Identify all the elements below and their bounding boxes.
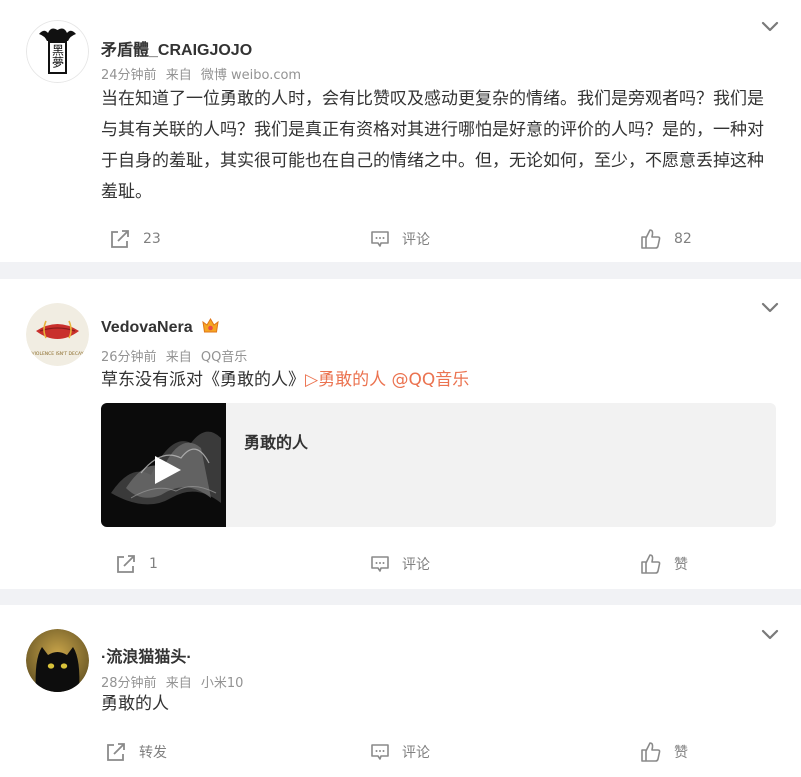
repost-button[interactable]: 23 [109,225,161,253]
source-prefix: 来自 [165,350,192,365]
thumbs-up-icon [641,742,661,762]
action-bar: 1 评论 赞 [0,550,801,578]
repost-button[interactable]: 1 [115,550,158,578]
repost-icon [107,743,125,761]
post-meta: 24分钟前 来自 微博 weibo.com [101,64,301,83]
comment-button[interactable]: 评论 [370,738,430,766]
action-bar: 转发 评论 赞 [0,738,801,766]
comment-icon [371,231,389,247]
music-title: 勇敢的人 [244,433,309,452]
username[interactable]: ·流浪猫猫头· [101,643,192,667]
username-text: VedovaNera [101,319,193,336]
repost-icon [111,230,129,248]
comment-label: 评论 [402,745,430,761]
post-text: 当在知道了一位勇敢的人时，会有比赞叹及感动更复杂的情绪。我们是旁观者吗？我们是与… [101,89,764,202]
like-count: 82 [674,231,692,247]
like-label: 赞 [674,557,688,573]
action-bar: 23 评论 82 [0,225,801,253]
source-prefix: 来自 [165,68,192,83]
avatar[interactable] [26,629,89,692]
comment-label: 评论 [402,232,430,248]
thumbs-up-icon [641,554,661,574]
post-source[interactable]: QQ音乐 [201,350,247,365]
post-text: 勇敢的人 [101,694,169,714]
post-source[interactable]: 微博 weibo.com [201,68,301,83]
username[interactable]: 矛盾體_CRAIGJOJO [101,36,252,60]
chevron-down-icon[interactable] [761,21,779,33]
chevron-down-icon[interactable] [761,629,779,641]
avatar-text: 黑夢 [51,44,65,68]
like-button[interactable]: 赞 [640,738,688,766]
mention-link[interactable]: @QQ音乐 [391,370,469,390]
avatar[interactable]: 黑夢 [26,20,89,83]
chevron-down-icon[interactable] [761,302,779,314]
thumbs-up-icon [641,229,661,249]
post-time[interactable]: 24分钟前 [101,68,157,83]
svg-text:VIOLENCE ISN'T DECAY: VIOLENCE ISN'T DECAY [32,351,84,357]
post-card: 黑夢 矛盾體_CRAIGJOJO 24分钟前 来自 微博 weibo.com 当… [0,0,801,262]
repost-icon [117,555,135,573]
music-card[interactable]: 勇敢的人 [101,403,776,527]
repost-count: 1 [149,556,158,572]
album-cover [101,403,226,527]
post-card: VIOLENCE ISN'T DECAY VedovaNera 26分钟前 来自… [0,279,801,589]
comment-icon [371,556,389,572]
comment-label: 评论 [402,557,430,573]
comment-button[interactable]: 评论 [370,550,430,578]
like-button[interactable]: 82 [640,225,692,253]
repost-label: 转发 [139,745,167,761]
like-button[interactable]: 赞 [640,550,688,578]
avatar[interactable]: VIOLENCE ISN'T DECAY [26,303,89,366]
repost-count: 23 [143,231,161,247]
comment-icon [371,744,389,760]
post-time[interactable]: 26分钟前 [101,350,157,365]
like-label: 赞 [674,745,688,761]
post-meta: 26分钟前 来自 QQ音乐 [101,346,247,365]
post-text-plain: 草东没有派对《勇敢的人》 [101,370,305,390]
comment-button[interactable]: 评论 [370,225,430,253]
repost-button[interactable]: 转发 [105,738,167,766]
song-link[interactable]: ▷勇敢的人 [305,370,386,390]
username[interactable]: VedovaNera [101,317,220,337]
vip-crown-icon[interactable] [201,317,220,334]
post-text: 草东没有派对《勇敢的人》▷勇敢的人 @QQ音乐 [101,365,773,396]
post-card: ·流浪猫猫头· 28分钟前 来自 小米10 勇敢的人 转发 评论 赞 [0,605,801,777]
